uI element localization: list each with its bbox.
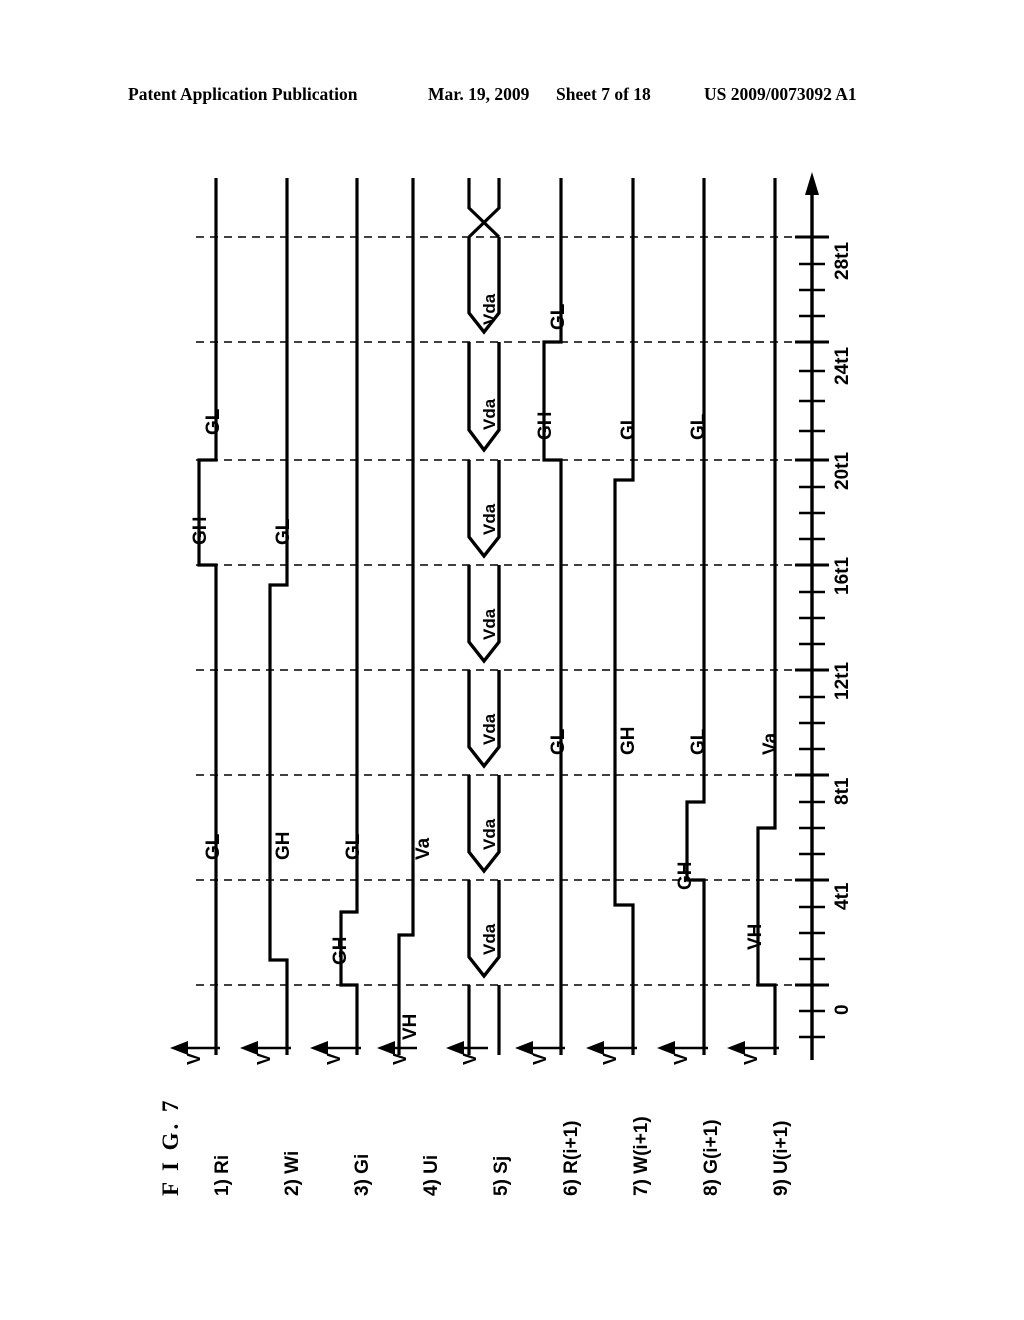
time-axis xyxy=(795,172,829,1060)
waveform-gi xyxy=(339,178,359,1055)
timing-diagram-canvas xyxy=(170,172,829,1060)
waveform-wi xyxy=(268,178,289,1055)
waveform-ui xyxy=(397,178,415,1055)
waveform-w-i-plus-1 xyxy=(613,178,635,1055)
waveform-ri xyxy=(197,178,218,1055)
waveform-g-i-plus-1 xyxy=(685,178,706,1055)
waveform-sj-bus xyxy=(467,178,501,1055)
timing-diagram-figure: F I G. 7 1) Ri 2) Wi 3) Gi 4) Ui 5) Sj 6… xyxy=(0,0,1024,1320)
waveform-r-i-plus-1 xyxy=(542,178,563,1055)
time-axis-arrow-icon xyxy=(805,172,819,195)
waveform-u-i-plus-1 xyxy=(756,178,777,1055)
voltage-axis-arrows xyxy=(170,1041,779,1055)
